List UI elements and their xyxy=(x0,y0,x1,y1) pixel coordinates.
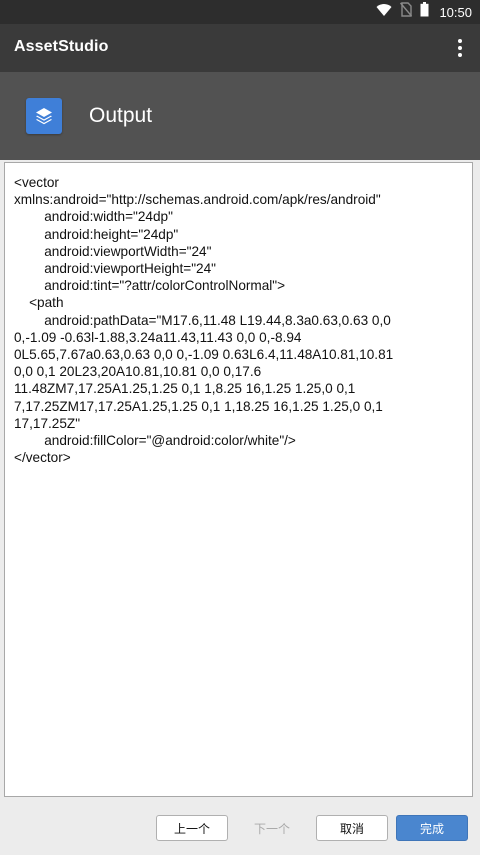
wifi-icon xyxy=(376,3,392,22)
output-text-area[interactable]: <vector xmlns:android="http://schemas.an… xyxy=(4,162,473,797)
no-sim-icon xyxy=(400,2,413,22)
status-icons: 10:50 xyxy=(376,0,472,24)
cancel-button[interactable]: 取消 xyxy=(316,815,388,841)
wizard-button-row: 上一个 下一个 取消 完成 xyxy=(0,800,480,855)
previous-button[interactable]: 上一个 xyxy=(156,815,228,841)
status-time: 10:50 xyxy=(439,4,472,20)
page-title: Output xyxy=(89,104,153,127)
status-bar: 10:50 xyxy=(0,0,480,24)
next-button: 下一个 xyxy=(236,815,308,841)
app-title: AssetStudio xyxy=(14,38,109,55)
header-banner: Output xyxy=(0,72,480,160)
battery-icon xyxy=(420,2,429,22)
more-vertical-icon[interactable] xyxy=(450,36,470,60)
app-bar: AssetStudio xyxy=(0,24,480,72)
layers-icon xyxy=(26,98,62,134)
finish-button[interactable]: 完成 xyxy=(396,815,468,841)
output-code[interactable]: <vector xmlns:android="http://schemas.an… xyxy=(14,174,464,466)
